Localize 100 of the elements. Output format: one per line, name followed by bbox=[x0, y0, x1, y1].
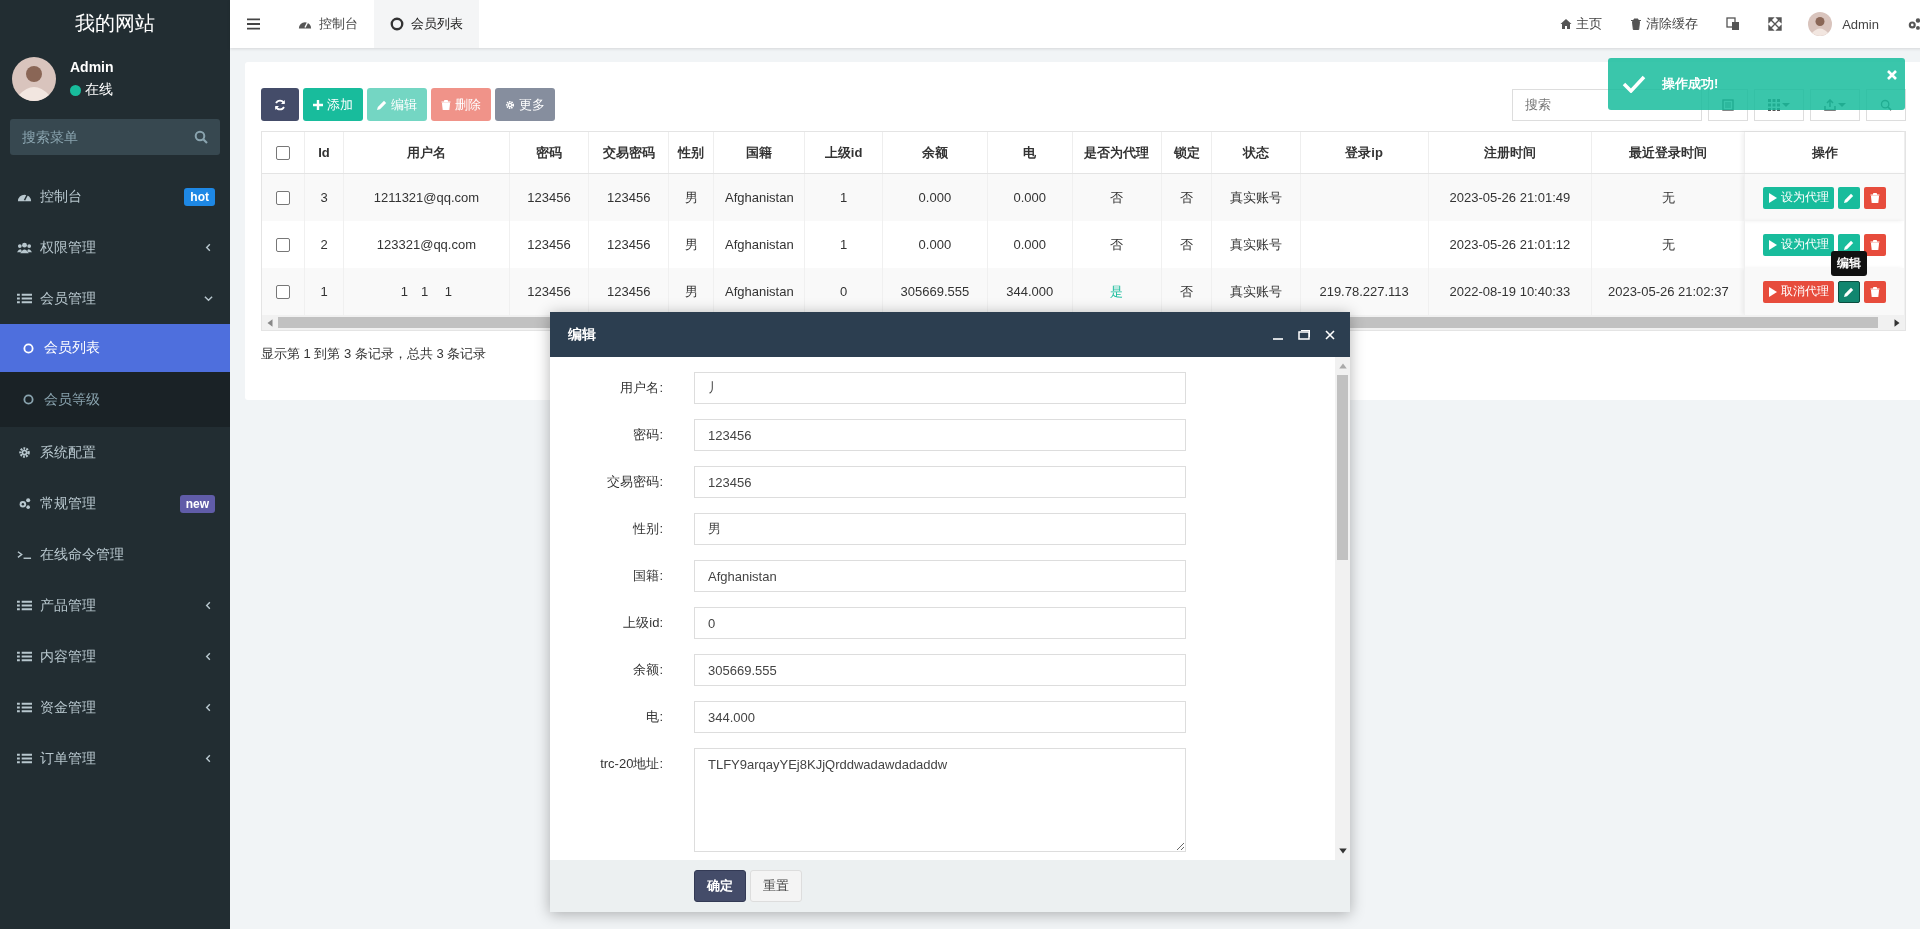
select-all-checkbox[interactable] bbox=[275, 146, 290, 161]
table-cell: 123456 bbox=[527, 190, 571, 205]
input-field[interactable]: 丿 bbox=[694, 372, 1186, 404]
trash-icon bbox=[441, 99, 451, 110]
column-header: 注册时间 bbox=[1483, 144, 1536, 160]
input-field[interactable]: 123456 bbox=[694, 419, 1186, 451]
users-icon bbox=[17, 241, 32, 254]
refresh-button[interactable] bbox=[261, 88, 299, 121]
table-cell: 0.000 bbox=[1013, 190, 1046, 205]
input-field[interactable]: 男 bbox=[694, 513, 1186, 545]
sidebar-item[interactable]: 在线命令管理 bbox=[0, 529, 230, 580]
check-icon bbox=[1622, 75, 1646, 93]
row-checkbox[interactable] bbox=[275, 238, 290, 253]
field-label: trc-20地址: bbox=[599, 755, 663, 773]
column-header: 是否为代理 bbox=[1084, 144, 1150, 160]
sidebar-item[interactable]: 系统配置 bbox=[0, 427, 230, 478]
column-header: 性别 bbox=[678, 144, 705, 160]
page-tab[interactable]: 控制台 bbox=[282, 0, 374, 48]
sidebar-subitem[interactable]: 会员列表 bbox=[0, 324, 230, 372]
avatar[interactable] bbox=[1808, 12, 1833, 36]
arrow-left-icon[interactable] bbox=[265, 317, 275, 328]
row-checkbox[interactable] bbox=[275, 285, 290, 300]
table-cell: 0.000 bbox=[918, 190, 952, 205]
vertical-scrollbar[interactable] bbox=[1335, 357, 1350, 860]
input-field[interactable]: 123456 bbox=[694, 466, 1186, 498]
trash-icon bbox=[1870, 286, 1881, 297]
fullscreen-icon[interactable] bbox=[1768, 17, 1783, 31]
sidebar-subitem[interactable]: 会员等级 bbox=[0, 372, 230, 427]
agent-button[interactable]: 取消代理 bbox=[1763, 280, 1835, 303]
sidebar-item[interactable]: 内容管理 bbox=[0, 631, 230, 682]
maximize-icon[interactable] bbox=[1298, 328, 1310, 341]
arrow-down-icon[interactable] bbox=[1337, 846, 1348, 856]
reset-button[interactable]: 重置 bbox=[750, 870, 802, 902]
sidebar-item[interactable]: 会员管理 bbox=[0, 273, 230, 324]
table-cell: 否 bbox=[1110, 189, 1124, 205]
column-header: 电 bbox=[1023, 144, 1037, 160]
table-cell: 是 bbox=[1110, 283, 1124, 299]
field-label: 国籍: bbox=[632, 567, 663, 585]
table-cell: 123456 bbox=[607, 284, 651, 299]
page-tab[interactable]: 会员列表 bbox=[374, 0, 479, 48]
trash-icon bbox=[1630, 18, 1643, 30]
avatar bbox=[12, 57, 56, 101]
edit-button[interactable] bbox=[1838, 280, 1861, 303]
field-label: 用户名: bbox=[619, 379, 663, 397]
search-icon bbox=[194, 130, 208, 144]
table-cell: 2023-05-26 21:01:12 bbox=[1449, 237, 1571, 252]
chevron-left-icon bbox=[204, 652, 213, 661]
arrow-right-icon[interactable] bbox=[1892, 317, 1902, 328]
chevron-left-icon bbox=[204, 243, 213, 252]
column-header: 锁定 bbox=[1173, 144, 1200, 160]
menu-search-field[interactable]: 搜索菜单 bbox=[10, 119, 220, 155]
column-header: 状态 bbox=[1242, 144, 1269, 160]
table-cell: 3 bbox=[320, 190, 328, 205]
column-header: 用户名 bbox=[406, 144, 446, 160]
pagination-info: 显示第 1 到第 3 条记录，总共 3 条记录 bbox=[261, 345, 488, 363]
input-field[interactable]: Afghanistan bbox=[694, 560, 1186, 592]
input-field[interactable]: 305669.555 bbox=[694, 654, 1186, 686]
field-label: 电: bbox=[645, 708, 663, 726]
table-cell: 1 1 1 bbox=[400, 283, 453, 299]
table-cell: 否 bbox=[1180, 189, 1194, 205]
row-checkbox[interactable] bbox=[275, 191, 290, 206]
sidebar-item[interactable]: 产品管理 bbox=[0, 580, 230, 631]
table-cell: 123321@qq.com bbox=[376, 237, 477, 252]
trash-icon bbox=[1870, 192, 1881, 203]
trash-icon bbox=[1870, 239, 1881, 250]
column-header: 密码 bbox=[536, 144, 562, 160]
user-name: Admin bbox=[70, 59, 114, 75]
table-cell: 123456 bbox=[527, 237, 571, 252]
nav-link[interactable]: 主页 bbox=[1560, 15, 1603, 33]
table-cell: 2 bbox=[320, 237, 328, 252]
column-header: 上级id bbox=[824, 144, 863, 160]
text-area[interactable]: TLFY9arqayYEj8KJjQrddwadawdadaddw bbox=[694, 748, 1186, 852]
table-cell: 真实账号 bbox=[1229, 189, 1282, 205]
close-icon[interactable] bbox=[1324, 328, 1336, 341]
sidebar-item[interactable]: 资金管理 bbox=[0, 682, 230, 733]
table-cell: 219.78.227.113 bbox=[1319, 284, 1409, 299]
table-cell: 123456 bbox=[527, 284, 571, 299]
table-cell: 男 bbox=[684, 236, 698, 252]
input-field[interactable]: 0 bbox=[694, 607, 1186, 639]
table-cell: 1211321@qq.com bbox=[373, 190, 480, 205]
sidebar-item[interactable]: 权限管理 bbox=[0, 222, 230, 273]
delete-button[interactable] bbox=[1864, 233, 1887, 256]
table-cell: Afghanistan bbox=[725, 237, 794, 252]
translate-icon[interactable] bbox=[1726, 17, 1741, 31]
column-header: 登录ip bbox=[1345, 144, 1383, 160]
input-field[interactable]: 344.000 bbox=[694, 701, 1186, 733]
settings-icon[interactable] bbox=[1907, 17, 1920, 31]
field-label: 交易密码: bbox=[606, 473, 663, 491]
table-cell: 男 bbox=[684, 189, 698, 205]
sidebar-item[interactable]: 控制台 hot bbox=[0, 171, 230, 222]
menu-icon[interactable] bbox=[247, 18, 260, 30]
sidebar-item[interactable]: 常规管理 new bbox=[0, 478, 230, 529]
plus-icon bbox=[313, 99, 323, 110]
user-name[interactable]: Admin bbox=[1842, 16, 1879, 32]
field-label: 上级id: bbox=[622, 614, 663, 632]
confirm-button[interactable]: 确定 bbox=[694, 870, 746, 902]
nav-link[interactable]: 清除缓存 bbox=[1630, 15, 1699, 33]
sidebar-item[interactable]: 订单管理 bbox=[0, 733, 230, 784]
pencil-icon bbox=[1844, 192, 1855, 203]
pencil-icon bbox=[1844, 286, 1855, 297]
